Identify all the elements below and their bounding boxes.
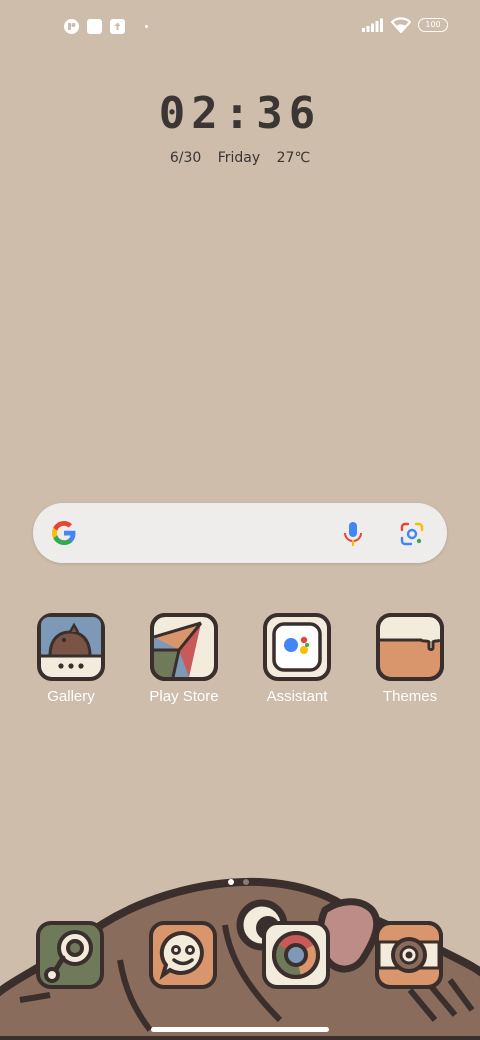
signal-icon [362,18,383,32]
google-g-icon [52,521,76,545]
gallery-icon [37,613,105,681]
dock-app-phone[interactable] [35,920,105,990]
system-icons: 100 [362,17,448,33]
notification-app-icon [64,19,79,34]
dock-app-messages[interactable] [148,920,218,990]
camera-icon [375,921,443,989]
page-dot [243,879,249,885]
upload-notification-icon [110,19,125,34]
date-text: 6/30 [169,150,202,166]
page-indicator [228,879,249,885]
google-lens-icon[interactable] [399,521,425,547]
app-assistant[interactable]: Assistant [247,612,347,705]
square-notification-icon [87,19,102,34]
chrome-icon [262,921,330,989]
play-store-icon [150,613,218,681]
day-text: Friday [217,150,261,166]
google-search-bar[interactable] [33,503,447,563]
app-themes[interactable]: Themes [360,612,460,705]
wifi-icon [391,17,411,33]
microphone-icon[interactable] [341,520,365,548]
notification-icons [64,19,148,34]
app-label: Assistant [266,688,328,705]
status-bar: 100 [0,0,480,56]
app-gallery[interactable]: Gallery [21,612,121,705]
gesture-navigation-handle[interactable] [151,1027,329,1032]
assistant-icon [263,613,331,681]
battery-icon: 100 [418,18,448,32]
temperature-text: 27℃ [276,150,311,166]
messages-icon [149,921,217,989]
clock-time[interactable]: 02:36 [0,88,480,139]
dock-app-chrome[interactable] [261,920,331,990]
dock-app-camera[interactable] [374,920,444,990]
app-play-store[interactable]: Play Store [134,612,234,705]
app-label: Gallery [47,688,95,705]
more-notifications-dot [145,25,148,28]
app-label: Themes [382,688,438,705]
phone-icon [36,921,104,989]
page-dot-active [228,879,234,885]
themes-icon [376,613,444,681]
app-label: Play Store [149,688,219,705]
date-weather[interactable]: 6/30 Friday 27℃ [0,150,480,166]
